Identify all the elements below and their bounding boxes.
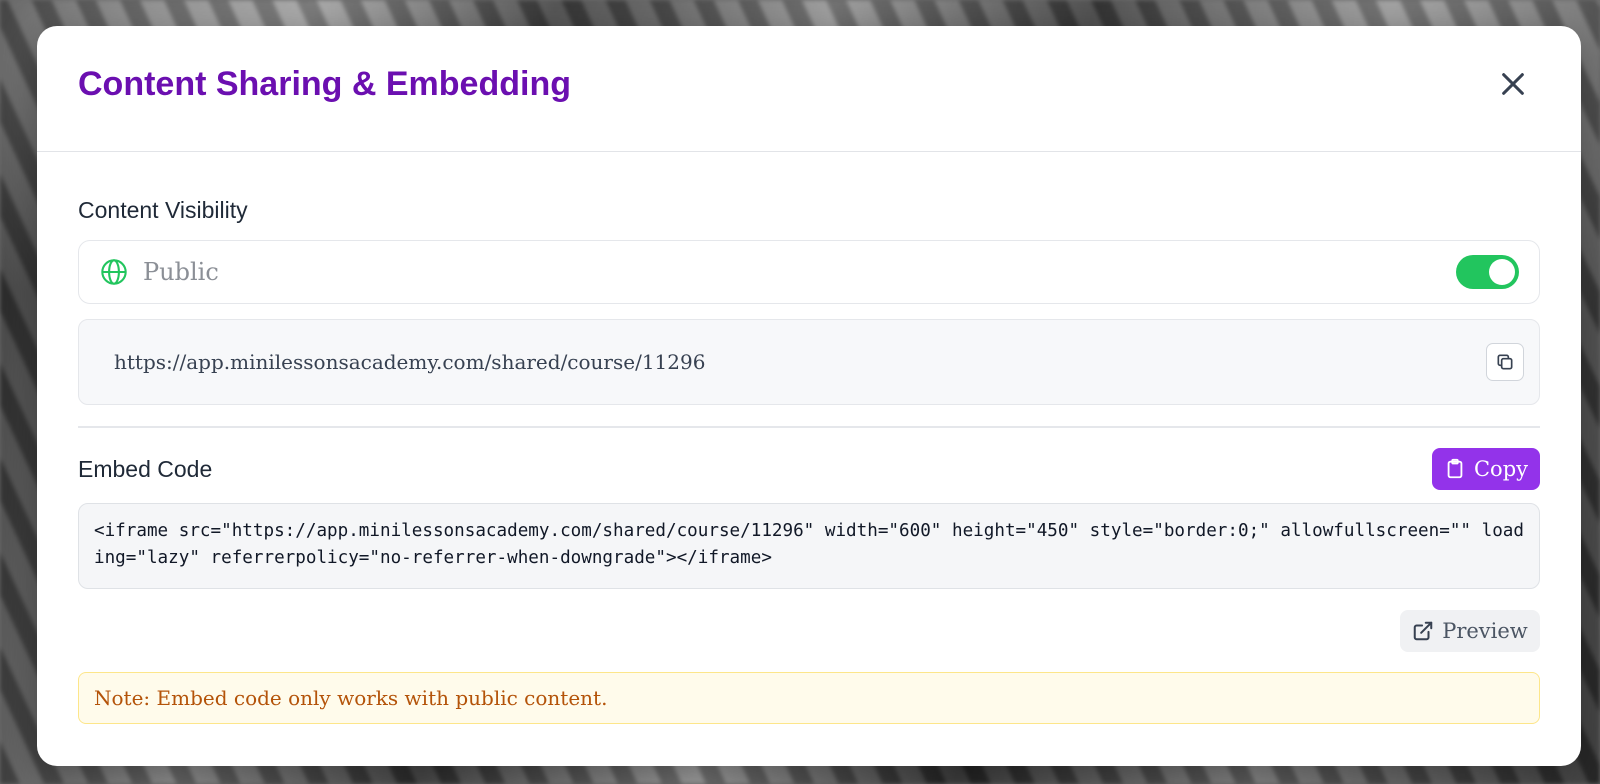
- close-button[interactable]: [1493, 64, 1533, 104]
- content-visibility-label: Content Visibility: [78, 197, 248, 223]
- visibility-status: Public: [143, 258, 219, 286]
- public-toggle[interactable]: [1456, 255, 1519, 289]
- share-url[interactable]: https://app.minilessonsacademy.com/share…: [114, 350, 1486, 374]
- modal-header: Content Sharing & Embedding: [37, 26, 1581, 152]
- copy-icon: [1497, 354, 1513, 370]
- embed-header: Embed Code Copy: [78, 448, 1540, 490]
- toggle-knob: [1489, 259, 1515, 285]
- preview-button-label: Preview: [1442, 619, 1528, 643]
- external-link-icon: [1413, 621, 1433, 641]
- embed-code-box[interactable]: <iframe src="https://app.minilessonsacad…: [78, 503, 1540, 589]
- close-icon: [1502, 72, 1524, 95]
- preview-row: Preview: [78, 610, 1540, 652]
- modal-body: Content Visibility Public https://app.mi…: [37, 197, 1581, 724]
- modal-title: Content Sharing & Embedding: [78, 65, 571, 103]
- copy-url-button[interactable]: [1486, 343, 1524, 381]
- globe-icon: [99, 257, 129, 287]
- embed-code-label: Embed Code: [78, 455, 213, 482]
- section-divider: [78, 426, 1540, 428]
- preview-button[interactable]: Preview: [1400, 610, 1540, 652]
- copy-embed-button[interactable]: Copy: [1432, 448, 1540, 490]
- clipboard-icon: [1447, 458, 1463, 479]
- sharing-modal: Content Sharing & Embedding Content Visi…: [37, 26, 1581, 766]
- visibility-row: Public: [78, 240, 1540, 304]
- share-url-box: https://app.minilessonsacademy.com/share…: [78, 319, 1540, 405]
- embed-note: Note: Embed code only works with public …: [78, 672, 1540, 724]
- copy-button-label: Copy: [1473, 457, 1529, 481]
